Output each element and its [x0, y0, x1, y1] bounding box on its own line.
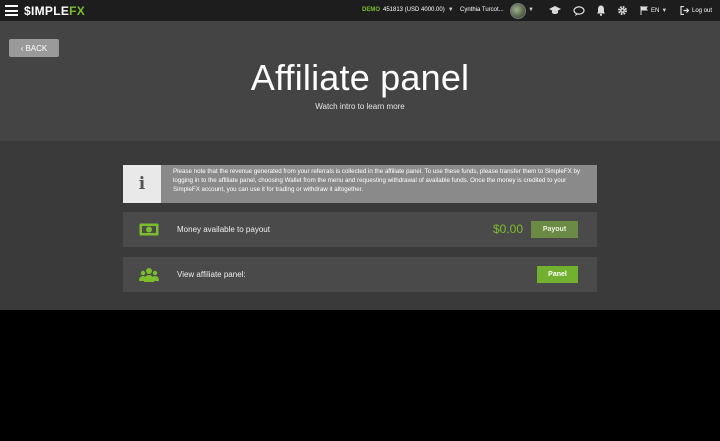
- affiliate-panel-row: View affiliate panel: Panel: [123, 257, 597, 292]
- payout-label: Money available to payout: [177, 225, 270, 234]
- payout-button[interactable]: Payout: [531, 221, 578, 238]
- users-icon: [138, 266, 160, 283]
- gear-icon[interactable]: [616, 4, 629, 17]
- chevron-down-icon[interactable]: ▼: [528, 7, 534, 13]
- avatar[interactable]: [510, 3, 526, 19]
- back-button[interactable]: ‹ BACK: [9, 39, 59, 57]
- payout-amount: $0.00: [493, 222, 524, 236]
- chat-icon[interactable]: [572, 4, 585, 17]
- menu-icon[interactable]: [5, 5, 18, 16]
- language-label: EN: [651, 7, 660, 14]
- logo[interactable]: $IMPLEFX: [24, 4, 85, 18]
- banknote-icon: [138, 221, 160, 238]
- account-mode: DEMO: [362, 7, 380, 13]
- top-navbar: $IMPLEFX DEMO 451813 (USD 4000.00) ▼ Cyn…: [0, 0, 720, 21]
- info-notice: i Please note that the revenue generated…: [123, 165, 597, 203]
- user-name[interactable]: Cynthia Turcot...: [460, 7, 504, 13]
- logout-label: Log out: [692, 7, 713, 14]
- payout-row: Money available to payout $0.00 Payout: [123, 212, 597, 247]
- affiliate-content: i Please note that the revenue generated…: [0, 141, 720, 310]
- bell-icon[interactable]: [594, 4, 607, 17]
- page-title: Affiliate panel: [250, 57, 470, 98]
- logout-button[interactable]: Log out: [680, 6, 712, 15]
- back-label: BACK: [25, 43, 48, 53]
- language-selector[interactable]: EN ▼: [640, 6, 667, 15]
- graduation-cap-icon[interactable]: [548, 4, 561, 17]
- account-selector[interactable]: DEMO 451813 (USD 4000.00) ▼: [362, 7, 454, 13]
- intro-link[interactable]: Watch intro to learn more: [0, 102, 720, 111]
- info-icon: i: [123, 165, 161, 203]
- account-info: 451813 (USD 4000.00): [383, 7, 445, 13]
- chevron-left-icon: ‹: [20, 43, 24, 53]
- chevron-down-icon: ▼: [661, 7, 668, 14]
- chevron-down-icon: ▼: [447, 7, 454, 13]
- panel-button[interactable]: Panel: [537, 266, 578, 283]
- hero-section: ‹ BACK Affiliate panel Watch intro to le…: [0, 21, 720, 141]
- flag-icon: [640, 6, 648, 15]
- affiliate-label: View affiliate panel:: [177, 270, 246, 279]
- logout-icon: [680, 6, 689, 15]
- notice-text: Please note that the revenue generated f…: [173, 168, 581, 193]
